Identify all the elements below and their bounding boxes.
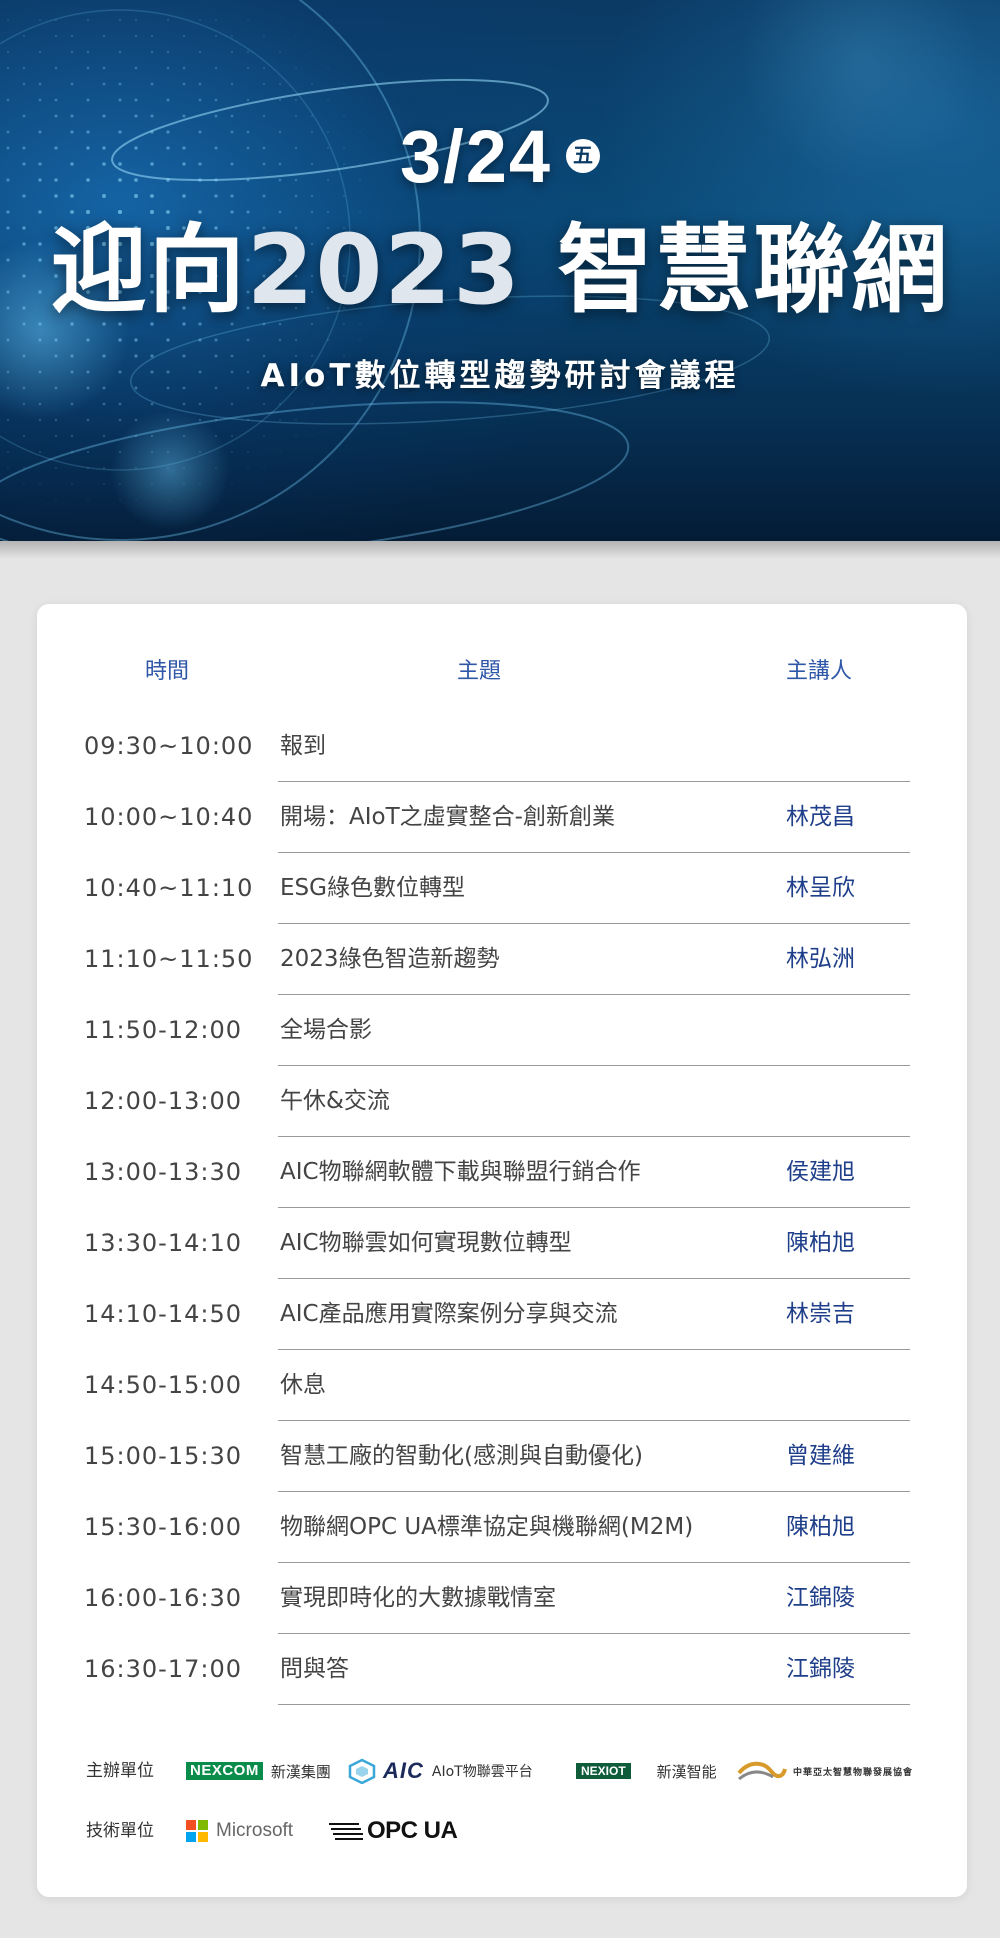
agenda-row: 14:50-15:00 休息 [37,1350,967,1421]
agenda-time: 12:00-13:00 [84,1087,242,1115]
tech-row: 技術單位 Microsoft OPC UA [37,1814,967,1874]
agenda-speaker: 林呈欣 [786,875,855,901]
agenda-speaker: 林弘洲 [786,946,855,972]
agenda-topic: AIC物聯網軟體下載與聯盟行銷合作 [280,1159,641,1185]
association-name: 中華亞太智慧物聯發展協會 [793,1767,914,1778]
opcua-sponsor: OPC UA [329,1814,458,1848]
weekday-badge: 五 [566,139,601,174]
agenda-row: 09:30~10:00 報到 [37,711,967,782]
agenda-topic: ESG綠色數位轉型 [280,875,465,901]
agenda-rows: 09:30~10:00 報到 10:00~10:40 開場：AIoT之虛實整合-創新創… [37,711,967,1705]
agenda-time: 11:50-12:00 [84,1016,242,1044]
agenda-row: 10:40~11:10 ESG綠色數位轉型 林呈欣 [37,853,967,924]
aic-logo: AIC [347,1756,424,1786]
agenda-topic: 問與答 [280,1656,349,1682]
aic-name: AIoT物聯雲平台 [431,1764,533,1780]
header-time: 時間 [145,659,190,684]
agenda-row: 15:30-16:00 物聯網OPC UA標準協定與機聯網(M2M) 陳柏旭 [37,1492,967,1563]
agenda-speaker: 江錦陵 [786,1585,855,1611]
agenda-time: 10:00~10:40 [84,803,254,831]
agenda-speaker: 林崇吉 [786,1301,855,1327]
agenda-topic: 2023綠色智造新趨勢 [280,946,500,972]
hero-shadow [0,541,1000,559]
sponsors-section: 主辦單位 NEXCOM 新漢集團 AIC AIoT物聯雲平台 NEXIOT 新漢… [37,1754,967,1874]
agenda-row: 12:00-13:00 午休&交流 [37,1066,967,1137]
event-date-text: 3/24 [399,115,553,198]
agenda-time: 11:10~11:50 [84,945,254,973]
microsoft-sponsor: Microsoft [186,1814,293,1848]
agenda-time: 14:50-15:00 [84,1371,242,1399]
association-logo: 中華亞太智慧物聯發展協會 [737,1759,913,1783]
event-subtitle: AIoT數位轉型趨勢研討會議程 [260,358,740,394]
agenda-topic: 午休&交流 [280,1088,390,1114]
opcua-stripes-icon [329,1823,363,1840]
agenda-topic: 實現即時化的大數據戰情室 [280,1585,556,1611]
agenda-card: 時間 主題 主講人 09:30~10:00 報到 10:00~10:40 開場：AIo… [37,604,967,1897]
agenda-row: 16:00-16:30 實現即時化的大數據戰情室 江錦陵 [37,1563,967,1634]
agenda-header: 時間 主題 主講人 [37,652,967,692]
nexiot-sponsor: NEXIOT 新漢智能 [576,1754,717,1788]
header-speaker: 主講人 [786,659,853,684]
aic-sponsor: AIC AIoT物聯雲平台 [347,1754,533,1788]
agenda-topic: 全場合影 [280,1017,372,1043]
agenda-topic: 開場：AIoT之虛實整合-創新創業 [280,804,615,830]
header-topic: 主題 [457,659,502,684]
agenda-row: 11:50-12:00 全場合影 [37,995,967,1066]
organizers-row: 主辦單位 NEXCOM 新漢集團 AIC AIoT物聯雲平台 NEXIOT 新漢… [37,1754,967,1814]
agenda-time: 09:30~10:00 [84,732,254,760]
agenda-speaker: 江錦陵 [786,1656,855,1682]
agenda-speaker: 陳柏旭 [786,1230,855,1256]
agenda-row: 15:00-15:30 智慧工廠的智動化(感測與自動優化) 曾建維 [37,1421,967,1492]
event-title: 迎向2023 智慧聯網 [0,210,1000,330]
agenda-time: 10:40~11:10 [84,874,254,902]
agenda-topic: 智慧工廠的智動化(感測與自動優化) [280,1443,643,1469]
agenda-time: 15:30-16:00 [84,1513,242,1541]
agenda-row: 11:10~11:50 2023綠色智造新趨勢 林弘洲 [37,924,967,995]
nexcom-sponsor: NEXCOM 新漢集團 [186,1754,331,1788]
title-suffix: 智慧聯網 [557,214,950,326]
title-prefix: 迎向 [50,214,247,326]
row-divider [278,1704,910,1705]
agenda-time: 13:30-14:10 [84,1229,242,1257]
agenda-topic: AIC物聯雲如何實現數位轉型 [280,1230,572,1256]
agenda-topic: 報到 [280,733,326,759]
nexiot-name: 新漢智能 [656,1762,717,1781]
association-swoosh-icon [737,1761,787,1781]
event-date: 3/24 五 [0,112,1000,202]
agenda-row: 10:00~10:40 開場：AIoT之虛實整合-創新創業 林茂昌 [37,782,967,853]
nexcom-logo: NEXCOM [186,1762,263,1780]
agenda-time: 16:30-17:00 [84,1655,242,1683]
nexiot-logo: NEXIOT [576,1763,631,1779]
agenda-topic: AIC產品應用實際案例分享與交流 [280,1301,618,1327]
microsoft-logo-icon [186,1820,208,1842]
nexcom-name: 新漢集團 [270,1762,331,1781]
aic-hex-icon [348,1758,376,1784]
opcua-name: OPC UA [367,1817,458,1844]
agenda-speaker: 林茂昌 [786,804,855,830]
agenda-speaker: 曾建維 [786,1443,855,1469]
agenda-speaker: 侯建旭 [786,1159,855,1185]
agenda-speaker: 陳柏旭 [786,1514,855,1540]
agenda-row: 13:00-13:30 AIC物聯網軟體下載與聯盟行銷合作 侯建旭 [37,1137,967,1208]
association-sponsor: 中華亞太智慧物聯發展協會 [737,1754,913,1788]
agenda-row: 13:30-14:10 AIC物聯雲如何實現數位轉型 陳柏旭 [37,1208,967,1279]
title-year: 2023 [246,214,522,326]
hero-banner: 3/24 五 迎向2023 智慧聯網 AIoT數位轉型趨勢研討會議程 [0,0,1000,541]
agenda-time: 16:00-16:30 [84,1584,242,1612]
agenda-row: 16:30-17:00 問與答 江錦陵 [37,1634,967,1705]
agenda-time: 13:00-13:30 [84,1158,242,1186]
agenda-topic: 休息 [280,1372,326,1398]
agenda-time: 15:00-15:30 [84,1442,242,1470]
microsoft-name: Microsoft [216,1820,294,1841]
organizer-label: 主辦單位 [86,1761,154,1781]
agenda-row: 14:10-14:50 AIC產品應用實際案例分享與交流 林崇吉 [37,1279,967,1350]
agenda-topic: 物聯網OPC UA標準協定與機聯網(M2M) [280,1514,694,1540]
tech-label: 技術單位 [86,1821,154,1841]
agenda-time: 14:10-14:50 [84,1300,242,1328]
aic-logo-text: AIC [383,1758,424,1783]
